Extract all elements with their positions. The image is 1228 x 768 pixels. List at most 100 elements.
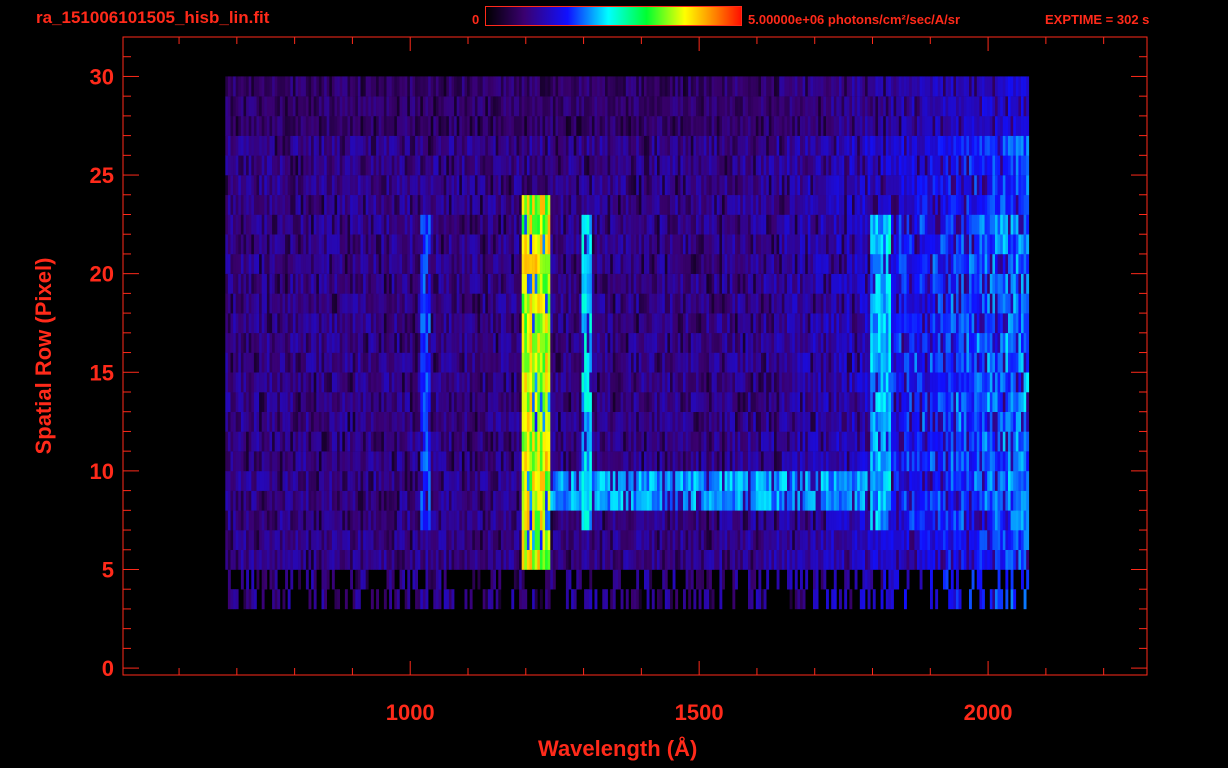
heatmap-cell — [896, 372, 900, 393]
heatmap-cell — [714, 392, 718, 412]
heatmap-cell — [631, 313, 634, 334]
heatmap-cell — [857, 313, 861, 334]
heatmap-cell — [940, 411, 944, 432]
heatmap-cell — [789, 431, 793, 452]
heatmap-cell — [227, 470, 231, 491]
heatmap-cell — [802, 293, 806, 314]
heatmap-cell — [537, 490, 541, 511]
heatmap-cell — [956, 549, 959, 570]
heatmap-cell — [376, 470, 379, 491]
heatmap-cell — [742, 549, 746, 570]
heatmap-cell — [701, 569, 705, 590]
heatmap-cell — [836, 530, 840, 550]
heatmap-cell — [839, 431, 842, 452]
heatmap-cell — [256, 352, 260, 373]
heatmap-cell — [992, 313, 996, 334]
heatmap-cell — [326, 352, 330, 373]
heatmap-cell — [243, 253, 247, 274]
heatmap-cell — [225, 451, 229, 472]
heatmap-cell — [651, 549, 655, 570]
heatmap-cell — [584, 411, 587, 432]
heatmap-cell — [841, 549, 845, 570]
heatmap-cell — [745, 470, 749, 491]
heatmap-cell — [318, 273, 322, 294]
heatmap-cell — [677, 273, 681, 294]
heatmap-cell — [425, 549, 429, 570]
heatmap-cell — [303, 372, 307, 393]
heatmap-cell — [264, 392, 268, 412]
heatmap-cell — [846, 293, 850, 314]
heatmap-cell — [662, 431, 666, 452]
heatmap-cell — [779, 530, 783, 550]
heatmap-cell — [667, 372, 671, 393]
heatmap-cell — [701, 451, 705, 472]
heatmap-cell — [240, 392, 244, 412]
heatmap-cell — [430, 352, 434, 373]
heatmap-cell — [862, 313, 866, 334]
heatmap-cell — [417, 490, 421, 511]
heatmap-cell — [480, 392, 483, 412]
heatmap-cell — [1005, 431, 1009, 452]
heatmap-cell — [779, 451, 783, 472]
heatmap-cell — [324, 589, 327, 610]
heatmap-cell — [487, 549, 491, 570]
heatmap-cell — [672, 470, 676, 491]
heatmap-cell — [979, 470, 983, 491]
heatmap-cell — [248, 431, 252, 452]
heatmap-cell — [644, 470, 647, 491]
heatmap-cell — [995, 411, 998, 432]
heatmap-cell — [888, 392, 892, 412]
heatmap-cell — [662, 411, 666, 432]
heatmap-cell — [839, 411, 842, 432]
heatmap-cell — [391, 392, 395, 412]
heatmap-cell — [670, 411, 673, 432]
heatmap-cell — [649, 451, 653, 472]
heatmap-cell — [357, 293, 361, 314]
heatmap-cell — [532, 451, 535, 472]
heatmap-cell — [646, 569, 650, 590]
heatmap-cell — [1005, 313, 1009, 334]
heatmap-cell — [1000, 510, 1004, 531]
heatmap-cell — [433, 589, 437, 610]
heatmap-cell — [680, 411, 684, 432]
heatmap-cell — [441, 313, 444, 334]
heatmap-cell — [620, 293, 624, 314]
heatmap-cell — [714, 530, 718, 550]
heatmap-cell — [841, 372, 845, 393]
heatmap-cell — [508, 490, 512, 511]
heatmap-cell — [279, 392, 283, 412]
heatmap-cell — [826, 293, 829, 314]
heatmap-cell — [246, 549, 249, 570]
heatmap-cell — [1013, 589, 1017, 610]
heatmap-cell — [683, 273, 686, 294]
heatmap-cell — [922, 510, 926, 531]
heatmap-cell — [797, 470, 801, 491]
heatmap-cell — [534, 451, 538, 472]
heatmap-cell — [363, 372, 366, 393]
heatmap-cell — [298, 510, 301, 531]
heatmap-cell — [443, 490, 447, 511]
heatmap-cell — [344, 313, 348, 334]
heatmap-cell — [389, 569, 392, 590]
heatmap-cell — [311, 392, 314, 412]
heatmap-cell — [841, 431, 845, 452]
heatmap-cell — [550, 332, 554, 353]
heatmap-cell — [901, 431, 905, 452]
heatmap-cell — [885, 490, 889, 511]
heatmap-cell — [794, 431, 798, 452]
heatmap-cell — [883, 392, 887, 412]
heatmap-cell — [342, 332, 346, 353]
heatmap-cell — [711, 293, 715, 314]
heatmap-cell — [649, 392, 653, 412]
heatmap-cell — [547, 530, 551, 550]
heatmap-cell — [347, 411, 351, 432]
heatmap-cell — [477, 510, 481, 531]
heatmap-cell — [391, 411, 395, 432]
heatmap-cell — [326, 549, 330, 570]
heatmap-cell — [703, 431, 707, 452]
heatmap-cell — [477, 490, 481, 511]
heatmap-cell — [937, 352, 941, 373]
heatmap-cell — [446, 490, 450, 511]
heatmap-cell — [266, 490, 270, 511]
heatmap-cell — [779, 372, 783, 393]
